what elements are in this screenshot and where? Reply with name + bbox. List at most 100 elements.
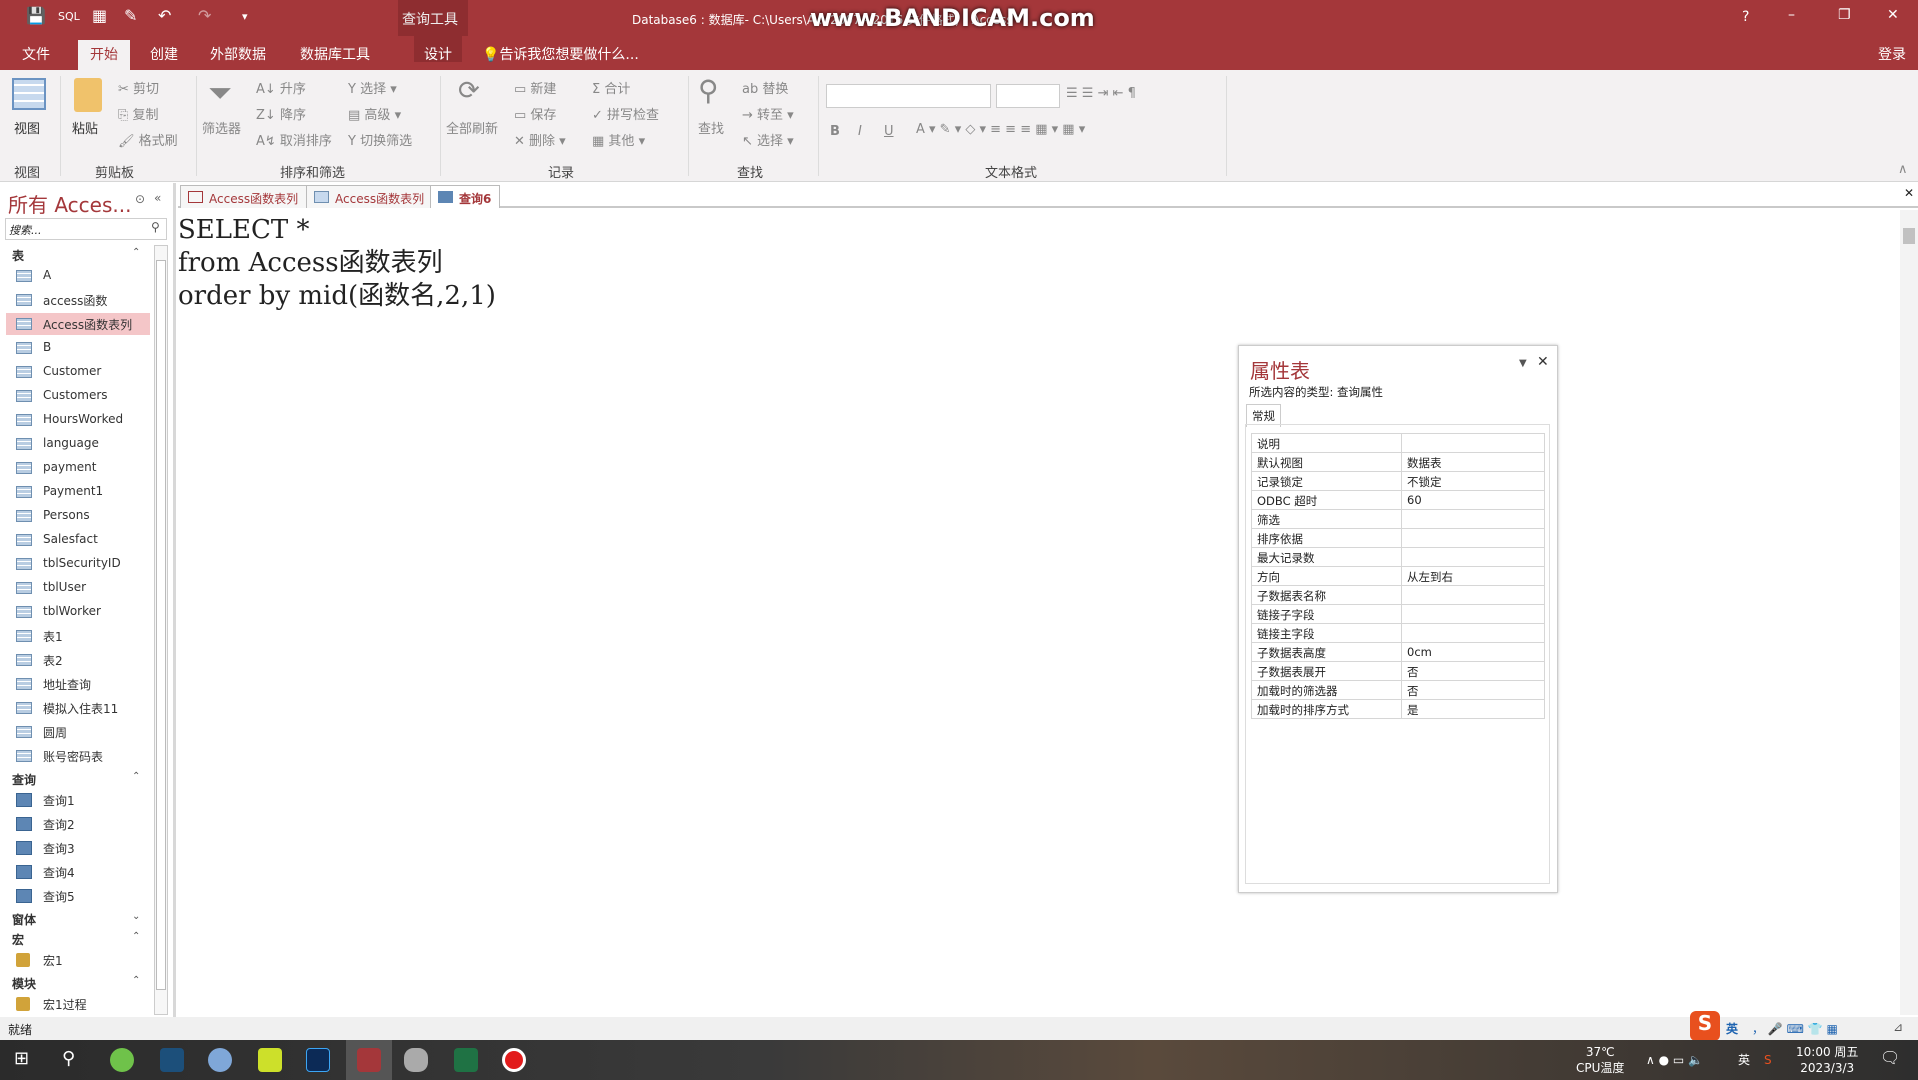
property-value[interactable]: 从左到右: [1402, 567, 1458, 585]
nav-item[interactable]: B: [6, 337, 150, 359]
design-view-icon[interactable]: ⊿: [1893, 1020, 1903, 1034]
new-record-button[interactable]: ▭ 新建: [514, 78, 556, 97]
section-toggle-icon[interactable]: ⌃: [132, 975, 140, 986]
font-size-select[interactable]: [996, 84, 1060, 108]
bold-button[interactable]: B: [830, 124, 840, 139]
browser-icon[interactable]: [110, 1048, 134, 1072]
r-icon[interactable]: [208, 1048, 232, 1072]
filter-icon[interactable]: ⏷: [208, 76, 232, 111]
tab-create[interactable]: 创建: [150, 44, 178, 64]
tab-access-table[interactable]: Access函数表列: [306, 185, 434, 208]
nav-item[interactable]: 查询4: [6, 861, 150, 883]
pycharm-icon[interactable]: [258, 1048, 282, 1072]
property-value[interactable]: 60: [1402, 491, 1427, 509]
nav-section-header[interactable]: 窗体: [12, 911, 36, 928]
notification-icon[interactable]: 🗨: [1880, 1050, 1900, 1066]
toggle-filter-button[interactable]: Y 切换筛选: [348, 130, 412, 149]
more-button[interactable]: ▦ 其他 ▾: [592, 130, 645, 149]
property-row[interactable]: 最大记录数: [1252, 548, 1544, 567]
find-icon[interactable]: ⚲: [698, 74, 719, 107]
spelling-button[interactable]: ✓ 拼写检查: [592, 104, 659, 123]
close-icon[interactable]: ✕: [1537, 354, 1549, 370]
nav-item[interactable]: 模拟入住表11: [6, 697, 150, 719]
tell-me-input[interactable]: 💡告诉我您想要做什么...: [482, 44, 639, 64]
nav-section-header[interactable]: 宏: [12, 931, 24, 948]
nav-item[interactable]: Payment1: [6, 481, 150, 503]
nav-section-header[interactable]: 表: [12, 247, 24, 264]
sort-desc-button[interactable]: Z↓ 降序: [256, 104, 306, 123]
app-icon[interactable]: [160, 1048, 184, 1072]
property-value[interactable]: 否: [1402, 662, 1424, 680]
property-row[interactable]: 加载时的排序方式是: [1252, 700, 1544, 719]
photoshop-icon[interactable]: [306, 1048, 330, 1072]
nav-item[interactable]: 地址查询: [6, 673, 150, 695]
section-toggle-icon[interactable]: ⌃: [132, 247, 140, 258]
property-row[interactable]: 说明: [1252, 434, 1544, 453]
access-taskbar-active[interactable]: [346, 1040, 392, 1080]
property-row[interactable]: 记录锁定 不锁定: [1252, 472, 1544, 491]
view-icon[interactable]: [12, 78, 46, 110]
nav-title[interactable]: 所有 Acces...: [8, 189, 131, 218]
property-value[interactable]: [1402, 529, 1412, 547]
undo-icon[interactable]: ↶: [158, 6, 171, 25]
nav-item[interactable]: Salesfact: [6, 529, 150, 551]
nav-item[interactable]: Access函数表列: [6, 313, 150, 335]
nav-item[interactable]: 圆周: [6, 721, 150, 743]
design-icon[interactable]: ✎: [124, 6, 137, 25]
nav-item[interactable]: Persons: [6, 505, 150, 527]
property-row[interactable]: 方向 从左到右: [1252, 567, 1544, 586]
tab-access-table-form[interactable]: Access函数表列: [180, 185, 308, 208]
clear-sort-button[interactable]: A↯ 取消排序: [256, 130, 332, 149]
nav-item[interactable]: language: [6, 433, 150, 455]
nav-item[interactable]: 账号密码表: [6, 745, 150, 767]
totals-button[interactable]: Σ 合计: [592, 78, 630, 97]
nav-item[interactable]: 查询3: [6, 837, 150, 859]
section-toggle-icon[interactable]: ⌃: [132, 771, 140, 782]
paste-button[interactable]: 粘贴: [72, 118, 98, 137]
property-row[interactable]: 子数据表高度 0cm: [1252, 643, 1544, 662]
property-row[interactable]: 链接主字段: [1252, 624, 1544, 643]
redo-icon[interactable]: ↷: [198, 6, 211, 25]
property-row[interactable]: 加载时的筛选器否: [1252, 681, 1544, 700]
filter-button[interactable]: 筛选器: [202, 118, 241, 137]
refresh-all-button[interactable]: 全部刷新: [446, 118, 498, 137]
nav-item[interactable]: 宏1: [6, 949, 150, 971]
nav-section-header[interactable]: 模块: [12, 975, 36, 992]
property-value[interactable]: [1402, 434, 1412, 452]
delete-record-button[interactable]: ✕ 删除 ▾: [514, 130, 566, 149]
property-value[interactable]: [1402, 510, 1412, 528]
nav-item[interactable]: 表1: [6, 625, 150, 647]
search-icon[interactable]: ⚲: [151, 220, 160, 234]
property-value[interactable]: 是: [1402, 700, 1424, 718]
cut-button[interactable]: ✂ 剪切: [118, 78, 159, 97]
nav-item[interactable]: tblWorker: [6, 601, 150, 623]
search-icon[interactable]: ⚲: [62, 1048, 75, 1069]
sql-editor[interactable]: SELECT * from Access函数表列 order by mid(函数…: [178, 210, 1900, 1015]
property-row[interactable]: 子数据表展开否: [1252, 662, 1544, 681]
section-toggle-icon[interactable]: ⌃: [132, 931, 140, 942]
nav-item[interactable]: Customer: [6, 361, 150, 383]
collapse-ribbon-icon[interactable]: ∧: [1898, 162, 1908, 177]
replace-button[interactable]: ab 替换: [742, 78, 788, 97]
tray-ime[interactable]: 英: [1738, 1052, 1750, 1068]
ime-mode[interactable]: 英: [1726, 1020, 1738, 1037]
nav-item[interactable]: tblSecurityID: [6, 553, 150, 575]
sign-in-link[interactable]: 登录: [1878, 44, 1906, 64]
datasheet-icon[interactable]: ▦: [92, 6, 107, 25]
property-value[interactable]: [1402, 624, 1412, 642]
nav-item[interactable]: 查询2: [6, 813, 150, 835]
nav-item[interactable]: Customers: [6, 385, 150, 407]
list-icons[interactable]: ☰ ☰ ⇥ ⇤ ¶: [1066, 86, 1136, 101]
nav-item[interactable]: 表2: [6, 649, 150, 671]
property-value[interactable]: 否: [1402, 681, 1424, 699]
nav-item[interactable]: 查询1: [6, 789, 150, 811]
dropdown-icon[interactable]: ▼: [1519, 358, 1527, 369]
selection-button[interactable]: Y 选择 ▾: [348, 78, 397, 97]
section-toggle-icon[interactable]: ⌄: [132, 911, 140, 922]
customize-qat-icon[interactable]: ▾: [242, 10, 248, 23]
property-row[interactable]: 链接子字段: [1252, 605, 1544, 624]
minimize-button[interactable]: –: [1788, 7, 1795, 23]
copy-button[interactable]: ⎘ 复制: [118, 104, 159, 123]
find-button[interactable]: 查找: [698, 118, 724, 137]
close-document-icon[interactable]: ✕: [1904, 186, 1914, 200]
